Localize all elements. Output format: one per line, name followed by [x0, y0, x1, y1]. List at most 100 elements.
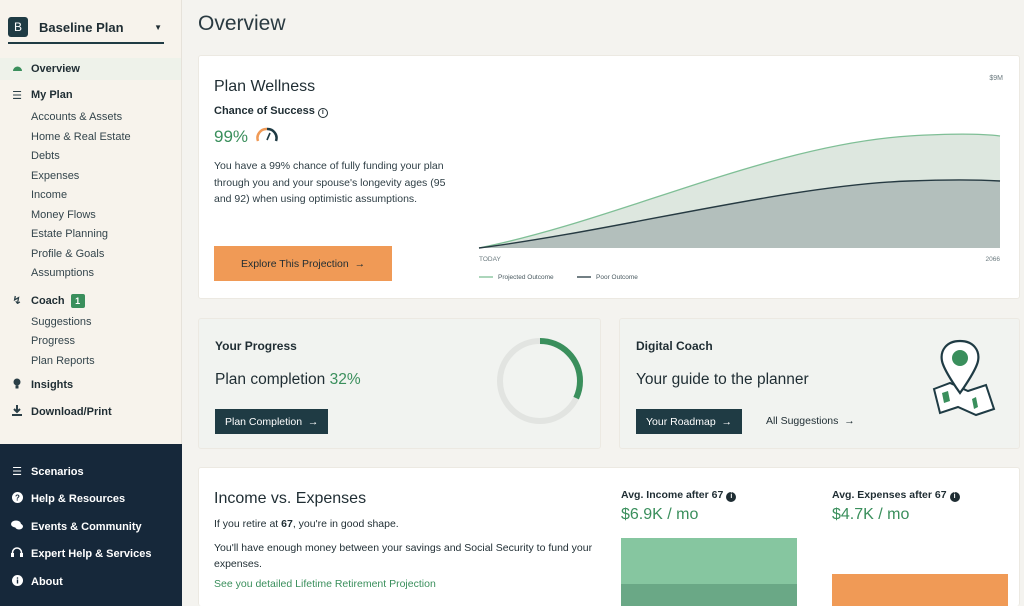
all-suggestions-link[interactable]: All Suggestions →: [766, 415, 855, 427]
sidebar-nav: Overview ☰ My Plan Accounts & Assets Hom…: [0, 58, 181, 422]
sidebar-subitem-income[interactable]: Income: [0, 186, 181, 206]
sidebar-subitem-home-real-estate[interactable]: Home & Real Estate: [0, 128, 181, 148]
sliders-icon: ☰: [12, 466, 22, 479]
button-label: Plan Completion: [225, 415, 303, 428]
page-title: Overview: [198, 12, 286, 35]
bolt-icon: ↯: [12, 295, 22, 307]
sidebar-item-label: My Plan: [31, 89, 73, 101]
income-bar-base: [621, 584, 797, 606]
info-icon[interactable]: i: [317, 108, 328, 118]
your-progress-card: Your Progress Plan completion 32% Plan C…: [198, 318, 601, 449]
link-label: All Suggestions: [766, 415, 839, 427]
plan-wellness-card: Plan Wellness Chance of Success i 99% You…: [198, 55, 1020, 299]
button-label: Explore This Projection: [240, 257, 349, 270]
button-label: Your Roadmap: [646, 415, 716, 428]
sidebar-item-label: Coach: [31, 294, 65, 307]
plan-wellness-title: Plan Wellness: [214, 78, 316, 95]
retire-text-post: , you're in good shape.: [292, 518, 399, 530]
sidebar-item-about[interactable]: About: [0, 568, 182, 596]
sidebar-subitem-accounts-assets[interactable]: Accounts & Assets: [0, 108, 181, 128]
download-icon: [10, 405, 24, 419]
sidebar-subitem-profile-goals[interactable]: Profile & Goals: [0, 245, 181, 265]
projection-chart: $9M TODAY 2066 Projected Outcome Poor Ou…: [478, 75, 1003, 281]
retire-status-text: If you retire at 67, you're in good shap…: [214, 518, 399, 530]
lifetime-projection-link[interactable]: See you detailed Lifetime Retirement Pro…: [214, 578, 436, 590]
retire-age: 67: [281, 518, 293, 530]
sidebar-item-expert-help[interactable]: Expert Help & Services: [0, 541, 182, 569]
chance-label-text: Chance of Success: [214, 105, 315, 117]
plan-badge: B: [8, 17, 28, 37]
sidebar-subitem-estate-planning[interactable]: Estate Planning: [0, 225, 181, 245]
avg-expenses-label: Avg. Expenses after 67 i: [832, 489, 960, 502]
sidebar-item-scenarios[interactable]: ☰ Scenarios: [0, 458, 182, 486]
chart-x-start-label: TODAY: [479, 256, 501, 263]
plan-completion-donut: [497, 338, 583, 424]
avg-expenses-value: $4.7K / mo: [832, 506, 910, 523]
avg-income-label: Avg. Income after 67 i: [621, 489, 737, 502]
chat-icon: [10, 520, 24, 533]
sidebar-item-events-community[interactable]: Events & Community: [0, 513, 182, 541]
digital-coach-card: Digital Coach Your guide to the planner …: [619, 318, 1020, 449]
info-icon[interactable]: i: [949, 492, 960, 502]
sidebar: B Baseline Plan ▼ Overview ☰ My Plan Acc…: [0, 0, 182, 606]
plan-completion-percent: 32%: [329, 371, 361, 388]
chance-of-success-value: 99%: [214, 127, 249, 146]
sidebar-item-download-print[interactable]: Download/Print: [0, 402, 181, 422]
sidebar-item-help-resources[interactable]: ? Help & Resources: [0, 486, 182, 514]
income-expenses-card: Income vs. Expenses If you retire at 67,…: [198, 467, 1020, 606]
sidebar-subitem-assumptions[interactable]: Assumptions: [0, 264, 181, 284]
gauge-icon: [256, 127, 278, 142]
plan-completion-text: Plan completion 32%: [215, 371, 361, 389]
headset-icon: [10, 547, 24, 561]
avg-income-label-text: Avg. Income after 67: [621, 489, 724, 501]
sidebar-subitem-expenses[interactable]: Expenses: [0, 167, 181, 187]
arrow-right-icon: →: [721, 415, 733, 428]
retire-text-pre: If you retire at: [214, 518, 282, 530]
sidebar-item-insights[interactable]: Insights: [0, 375, 181, 395]
sidebar-item-my-plan[interactable]: ☰ My Plan: [0, 85, 181, 105]
income-explanation: You'll have enough money between your sa…: [214, 542, 593, 570]
sidebar-item-label: Help & Resources: [31, 493, 126, 506]
sidebar-item-label: About: [31, 575, 63, 588]
sidebar-subitem-plan-reports[interactable]: Plan Reports: [0, 352, 181, 372]
sidebar-item-overview[interactable]: Overview: [0, 58, 181, 80]
expenses-bar: [832, 574, 1008, 606]
arrow-right-icon: →: [354, 257, 366, 270]
sidebar-item-coach[interactable]: ↯ Coach 1: [0, 291, 181, 311]
question-icon: ?: [10, 492, 24, 506]
chance-of-success-label: Chance of Success i: [214, 105, 328, 118]
plan-selector[interactable]: B Baseline Plan ▼: [8, 12, 164, 44]
chart-x-end-label: 2066: [986, 256, 1001, 263]
list-icon: ☰: [12, 89, 22, 102]
sidebar-subitem-debts[interactable]: Debts: [0, 147, 181, 167]
plan-name: Baseline Plan: [39, 19, 124, 35]
chart-axis-top-label: $9M: [989, 75, 1003, 82]
income-expenses-title: Income vs. Expenses: [214, 490, 367, 507]
digital-coach-text: Your guide to the planner: [636, 371, 809, 388]
map-pin-icon: [932, 339, 996, 417]
plan-completion-button[interactable]: Plan Completion →: [215, 409, 329, 434]
sidebar-item-label: Download/Print: [31, 406, 112, 418]
sidebar-subitem-suggestions[interactable]: Suggestions: [0, 313, 181, 333]
sidebar-footer-nav: ☰ Scenarios ? Help & Resources Events & …: [0, 444, 182, 606]
arrow-right-icon: →: [844, 415, 855, 427]
explore-projection-button[interactable]: Explore This Projection →: [214, 246, 392, 281]
gauge-icon: [10, 63, 24, 76]
sidebar-item-label: Insights: [31, 379, 74, 391]
avg-income-value: $6.9K / mo: [621, 506, 699, 523]
arrow-right-icon: →: [307, 415, 319, 428]
sidebar-item-label: Events & Community: [31, 520, 142, 533]
info-icon[interactable]: i: [726, 492, 737, 502]
your-progress-title: Your Progress: [215, 339, 297, 353]
svg-text:?: ?: [15, 494, 20, 503]
sidebar-item-label: Expert Help & Services: [31, 548, 152, 561]
sidebar-subitem-progress[interactable]: Progress: [0, 332, 181, 352]
sidebar-subitem-money-flows[interactable]: Money Flows: [0, 206, 181, 226]
sidebar-item-label: Overview: [31, 63, 80, 75]
your-roadmap-button[interactable]: Your Roadmap →: [636, 409, 743, 434]
digital-coach-title: Digital Coach: [636, 339, 713, 353]
avg-expenses-label-text: Avg. Expenses after 67: [832, 489, 947, 501]
caret-down-icon: ▼: [154, 22, 162, 32]
lightbulb-icon: [10, 378, 24, 392]
main-content: Overview Plan Wellness Chance of Success…: [183, 0, 1024, 606]
